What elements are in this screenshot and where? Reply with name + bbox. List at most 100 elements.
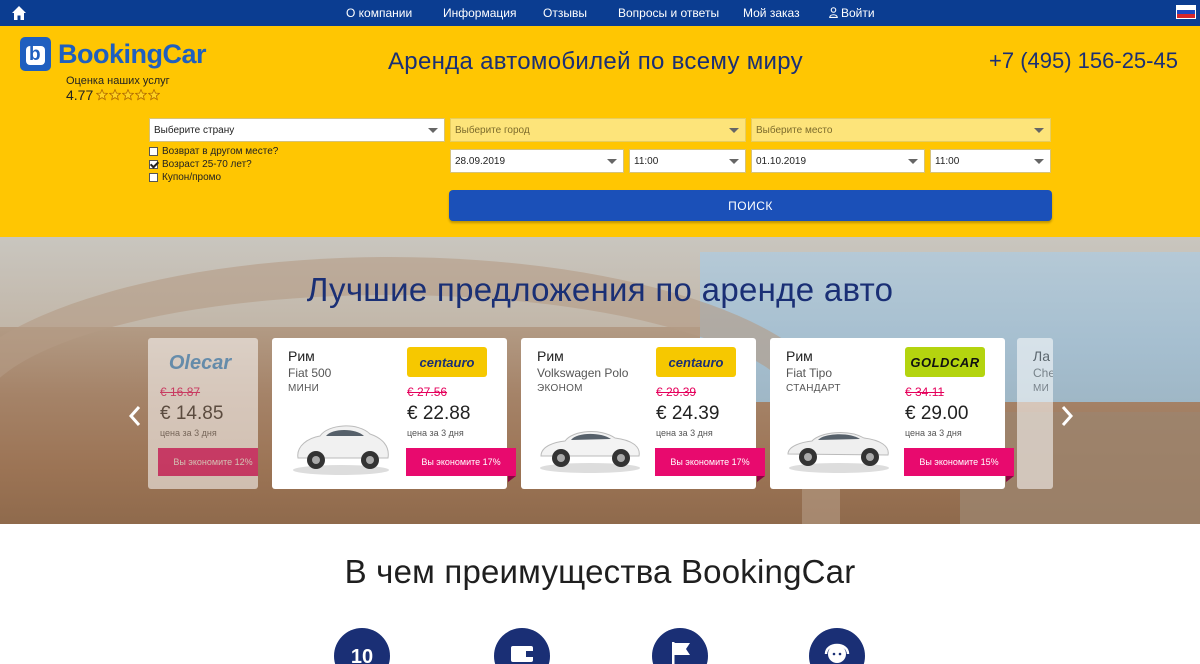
number-10-icon: 10 xyxy=(334,628,390,664)
offer-class: ЭКОНОМ xyxy=(537,383,583,394)
rating-caption: Оценка наших услуг xyxy=(66,75,170,87)
page-headline: Аренда автомобилей по всему миру xyxy=(388,48,803,75)
price: € 24.39 xyxy=(656,403,720,424)
brand-name[interactable]: BookingCar xyxy=(58,39,207,70)
chevron-down-icon xyxy=(908,159,918,164)
header: b BookingCar Оценка наших услуг 4.77 Аре… xyxy=(0,26,1200,237)
carousel-next-arrow-icon[interactable] xyxy=(1060,405,1074,427)
chevron-down-icon xyxy=(1034,159,1044,164)
old-price: € 16.87 xyxy=(160,385,201,399)
offer-card[interactable]: Olecar € 16.87 € 14.85 цена за 3 дня Вы … xyxy=(148,338,258,489)
option-coupon[interactable]: Купон/промо xyxy=(149,172,221,183)
pickup-date-value: 28.09.2019 xyxy=(455,155,506,167)
chevron-down-icon xyxy=(1034,128,1044,133)
star-icon xyxy=(148,89,161,101)
city-select-value: Выберите город xyxy=(455,124,530,136)
return-date-value: 01.10.2019 xyxy=(756,155,807,167)
nav-item-reviews[interactable]: Отзывы xyxy=(543,6,587,20)
centauro-logo-icon: centauro xyxy=(407,347,487,377)
search-button[interactable]: ПОИСК xyxy=(449,190,1052,221)
nav-item-info[interactable]: Информация xyxy=(443,6,516,20)
top-navigation-bar: О компании Информация Отзывы Вопросы и о… xyxy=(0,0,1200,26)
bookingcar-logo-icon[interactable]: b xyxy=(20,37,51,71)
offer-class: МИНИ xyxy=(288,383,320,394)
option-age[interactable]: Возраст 25-70 лет? xyxy=(149,159,252,170)
option-label: Купон/промо xyxy=(162,172,222,183)
best-offers-title: Лучшие предложения по аренде авто xyxy=(306,271,894,308)
offer-model: Che xyxy=(1033,366,1053,380)
checkbox[interactable] xyxy=(149,173,158,182)
discount-badge: Вы экономите 15% xyxy=(904,448,1014,482)
rating: 4.77 xyxy=(66,87,161,103)
flag-icon xyxy=(652,628,708,664)
checkbox[interactable] xyxy=(149,147,158,156)
option-return-elsewhere[interactable]: Возврат в другом месте? xyxy=(149,146,278,157)
star-icon xyxy=(122,89,135,101)
offer-model: Fiat 500 xyxy=(288,366,332,380)
offer-card[interactable]: Рим Fiat Tipo СТАНДАРТ GOLDCAR € 34.11 €… xyxy=(770,338,1014,489)
chevron-down-icon xyxy=(607,159,617,164)
offer-class: МИ xyxy=(1033,383,1050,394)
pickup-time-select[interactable]: 11:00 xyxy=(629,149,746,173)
price-period: цена за 3 дня xyxy=(656,428,713,438)
user-icon xyxy=(829,7,838,18)
offer-city: Рим xyxy=(288,348,315,364)
price: € 14.85 xyxy=(160,403,224,424)
pickup-time-value: 11:00 xyxy=(634,155,659,167)
discount-badge: Вы экономите 17% xyxy=(655,448,765,482)
advantages-title: В чем преимущества BookingCar xyxy=(344,553,856,590)
place-select-value: Выберите место xyxy=(756,124,833,136)
discount-badge: Вы экономите 12% xyxy=(158,448,258,476)
login-label: Войти xyxy=(841,6,875,20)
nav-item-faq[interactable]: Вопросы и ответы xyxy=(618,6,719,20)
city-select[interactable]: Выберите город xyxy=(450,118,746,142)
old-price: € 29.39 xyxy=(656,385,697,399)
price: € 29.00 xyxy=(905,403,969,424)
olecar-logo-icon: Olecar xyxy=(168,351,232,374)
offer-city: Ла xyxy=(1033,348,1050,364)
old-price: € 34.11 xyxy=(905,385,945,399)
offer-model: Fiat Tipo xyxy=(786,366,833,380)
return-time-select[interactable]: 11:00 xyxy=(930,149,1051,173)
centauro-logo-icon: centauro xyxy=(656,347,736,377)
carousel-prev-arrow-icon[interactable] xyxy=(128,405,142,427)
nav-item-my-order[interactable]: Мой заказ xyxy=(743,6,800,20)
flag-glyph xyxy=(672,642,690,664)
chevron-down-icon xyxy=(428,128,438,133)
price: € 22.88 xyxy=(407,403,471,424)
phone-number[interactable]: +7 (495) 156-25-45 xyxy=(989,48,1178,74)
offer-city: Рим xyxy=(537,348,564,364)
checkbox-checked[interactable] xyxy=(149,160,158,169)
star-icon xyxy=(96,89,109,101)
wallet-glyph xyxy=(511,646,534,662)
support-glyph xyxy=(824,643,850,663)
car-volkswagen-polo-image xyxy=(540,431,640,473)
offer-city: Рим xyxy=(786,348,813,364)
offer-model: Volkswagen Polo xyxy=(537,366,629,380)
price-period: цена за 3 дня xyxy=(160,428,217,438)
language-flag-ru-icon[interactable] xyxy=(1176,5,1196,19)
star-icon xyxy=(109,89,122,101)
best-offers-banner: Лучшие предложения по аренде авто Olecar… xyxy=(0,237,1200,524)
rating-value: 4.77 xyxy=(66,87,94,103)
discount-badge: Вы экономите 17% xyxy=(406,448,516,482)
offer-card[interactable]: Рим Volkswagen Polo ЭКОНОМ centauro € 29… xyxy=(521,338,765,489)
option-label: Возврат в другом месте? xyxy=(162,146,279,157)
rating-stars xyxy=(96,89,161,101)
advantage-number: 10 xyxy=(350,646,374,664)
return-time-value: 11:00 xyxy=(935,155,960,167)
return-date-select[interactable]: 01.10.2019 xyxy=(751,149,925,173)
goldcar-logo-icon: GOLDCAR xyxy=(905,347,985,377)
offer-card[interactable]: Рим Fiat 500 МИНИ centauro € 27.56 € 22.… xyxy=(272,338,516,489)
car-fiat-tipo-image xyxy=(787,432,889,473)
nav-item-login[interactable]: Войти xyxy=(829,6,875,20)
nav-item-about[interactable]: О компании xyxy=(346,6,412,20)
country-select[interactable]: Выберите страну xyxy=(149,118,445,142)
offer-card[interactable]: Ла Che МИ xyxy=(1017,338,1053,489)
chevron-down-icon xyxy=(729,128,739,133)
place-select[interactable]: Выберите место xyxy=(751,118,1051,142)
offer-class: СТАНДАРТ xyxy=(786,383,841,394)
main-nav: О компании Информация Отзывы Вопросы и о… xyxy=(0,0,1200,26)
country-select-value: Выберите страну xyxy=(154,124,235,136)
pickup-date-select[interactable]: 28.09.2019 xyxy=(450,149,624,173)
